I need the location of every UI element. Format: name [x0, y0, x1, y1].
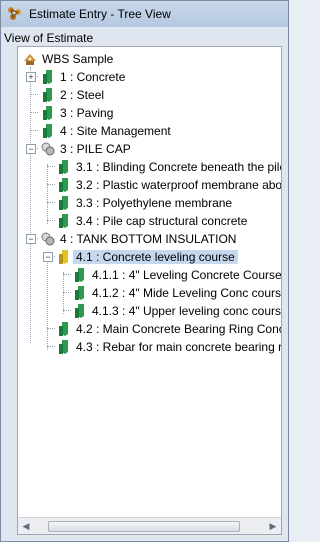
tree-node-leveling-concrete-course[interactable]: 4.1.1 : 4" Leveling Concrete Course #	[18, 266, 281, 284]
expand-toggle[interactable]: +	[26, 72, 36, 82]
view-of-estimate-label: View of Estimate	[4, 31, 94, 45]
tree-root-label: WBS Sample	[42, 52, 114, 66]
green-item-icon	[59, 340, 68, 354]
tree-node-upper-leveling-course[interactable]: 4.1.3 : 4" Upper leveling conc course	[18, 302, 281, 320]
green-item-icon	[43, 70, 52, 84]
tree-node-label: 3 : Paving	[60, 106, 114, 120]
tree-root-node[interactable]: WBS Sample	[22, 50, 222, 68]
wbs-group-icon	[41, 232, 55, 246]
tree-node-concrete-leveling-course[interactable]: − 4.1 : Concrete leveling course	[18, 248, 281, 266]
green-item-icon	[59, 196, 68, 210]
tree-node-pile-cap[interactable]: − 3 : PILE CAP	[18, 140, 258, 158]
tree-node-label: 1 : Concrete	[60, 70, 126, 84]
green-item-icon	[59, 160, 68, 174]
green-item-icon	[43, 88, 52, 102]
scroll-left-button[interactable]: ◀	[18, 518, 34, 534]
green-item-icon	[75, 268, 84, 282]
collapse-toggle[interactable]: −	[26, 144, 36, 154]
green-item-icon	[43, 124, 52, 138]
tree-node-paving[interactable]: 3 : Paving	[18, 104, 258, 122]
tree-node-polyethylene-membrane[interactable]: 3.3 : Polyethylene membrane	[18, 194, 281, 212]
tree-node-pile-cap-concrete[interactable]: 3.4 : Pile cap structural concrete	[18, 212, 281, 230]
scroll-thumb[interactable]	[48, 521, 240, 532]
tree-node-label: 4.3 : Rebar for main concrete bearing ri	[76, 340, 282, 354]
tree-node-concrete[interactable]: + 1 : Concrete	[18, 68, 258, 86]
scroll-right-button[interactable]: ▶	[265, 518, 281, 534]
tree-node-label: 3.3 : Polyethylene membrane	[76, 196, 233, 210]
estimate-tree[interactable]: WBS Sample + 1 : Concrete 2 : Steel 3: …	[17, 46, 282, 535]
horizontal-scrollbar[interactable]: ◀ ▶	[18, 517, 281, 534]
estimate-entry-window: Estimate Entry - Tree View View of Estim…	[0, 0, 289, 542]
tree-node-tank-bottom-insulation[interactable]: − 4 : TANK BOTTOM INSULATION	[18, 230, 281, 248]
tree-node-label: 3.4 : Pile cap structural concrete	[76, 214, 248, 228]
green-item-icon	[75, 304, 84, 318]
green-item-icon	[43, 106, 52, 120]
wbs-group-icon	[41, 142, 55, 156]
green-item-icon	[59, 178, 68, 192]
tree-app-icon	[8, 7, 21, 20]
tree-node-label: 4.2 : Main Concrete Bearing Ring Conc	[76, 322, 282, 336]
tree-node-blinding-concrete[interactable]: 3.1 : Blinding Concrete beneath the pile	[18, 158, 281, 176]
tree-node-plastic-membrane[interactable]: 3.2 : Plastic waterproof membrane abo	[18, 176, 281, 194]
collapse-toggle[interactable]: −	[43, 252, 53, 262]
collapse-toggle[interactable]: −	[26, 234, 36, 244]
tree-node-label: 4 : TANK BOTTOM INSULATION	[60, 232, 237, 246]
tree-node-steel[interactable]: 2 : Steel	[18, 86, 258, 104]
tree-node-label: 3.2 : Plastic waterproof membrane abo	[76, 178, 282, 192]
tree-node-label: 3.1 : Blinding Concrete beneath the pile	[76, 160, 282, 174]
tree-node-label: 4.1.1 : 4" Leveling Concrete Course #	[92, 268, 282, 282]
tree-node-mide-leveling-course[interactable]: 4.1.2 : 4" Mide Leveling Conc course	[18, 284, 281, 302]
yellow-item-icon	[59, 250, 68, 264]
tree-node-label: 4.1.3 : 4" Upper leveling conc course	[92, 304, 282, 318]
title-bar[interactable]: Estimate Entry - Tree View	[1, 1, 288, 27]
green-item-icon	[59, 214, 68, 228]
green-item-icon	[75, 286, 84, 300]
wbs-root-icon	[24, 54, 36, 65]
tree-node-label: 2 : Steel	[60, 88, 105, 102]
tree-node-main-bearing-ring[interactable]: 4.2 : Main Concrete Bearing Ring Conc	[18, 320, 281, 338]
tree-node-label: 4.1.2 : 4" Mide Leveling Conc course	[92, 286, 282, 300]
tree-node-label: 4 : Site Management	[60, 124, 171, 138]
tree-node-site-management[interactable]: 4 : Site Management	[18, 122, 258, 140]
window-title: Estimate Entry - Tree View	[29, 7, 171, 21]
tree-node-rebar-bearing-ring[interactable]: 4.3 : Rebar for main concrete bearing ri	[18, 338, 281, 356]
tree-node-label: 3 : PILE CAP	[60, 142, 131, 156]
tree-node-label: 4.1 : Concrete leveling course	[73, 250, 238, 264]
green-item-icon	[59, 322, 68, 336]
